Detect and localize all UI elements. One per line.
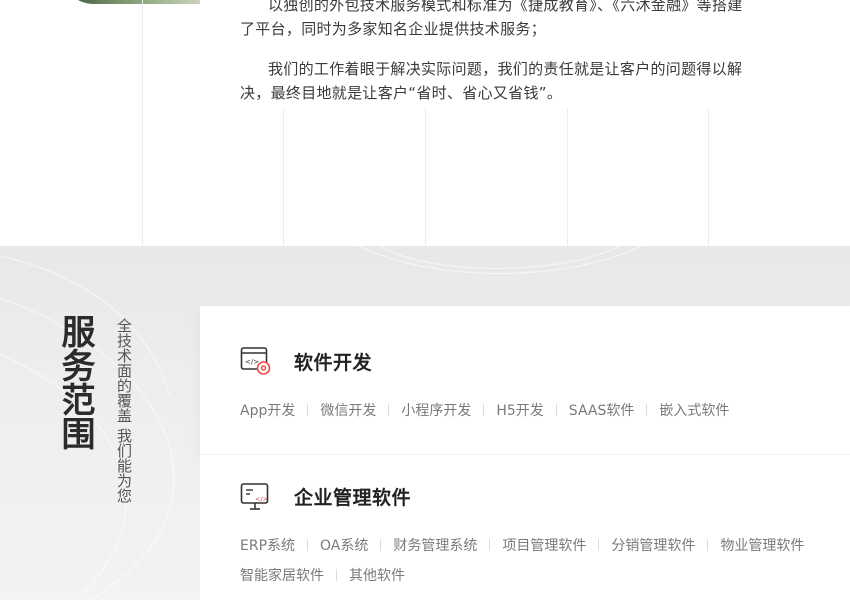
- tag-finance[interactable]: 财务管理系统: [393, 535, 477, 555]
- tag-mini-program[interactable]: 小程序开发: [401, 400, 471, 420]
- tag-other[interactable]: 其他软件: [349, 565, 405, 585]
- tag-project[interactable]: 项目管理软件: [502, 535, 586, 555]
- services-cards: </> 软件开发 App开发 微信开发 小程序开发 H5开发 SAAS软件 嵌入…: [200, 306, 850, 600]
- divider: [555, 404, 557, 416]
- divider: [380, 539, 382, 551]
- tag-wechat[interactable]: 微信开发: [320, 400, 376, 420]
- services-subtitle: 全技术面的覆盖 我们能为您: [115, 318, 133, 503]
- divider: [646, 404, 648, 416]
- grid-line: [425, 108, 426, 246]
- divider: [598, 539, 600, 551]
- tag-list: ERP系统 OA系统 财务管理系统 项目管理软件 分销管理软件 物业管理软件 智…: [240, 530, 820, 590]
- intro-paragraph-1: 以独创的外包技术服务模式和标准为《捷成教育》、《六沐金融》等搭建 了平台，同时为…: [240, 0, 785, 41]
- tag-app[interactable]: App开发: [240, 400, 295, 420]
- divider: [707, 539, 709, 551]
- card-title: 软件开发: [294, 352, 373, 374]
- intro-text-line: 我们的工作着眼于解决实际问题，我们的责任就是让客户的问题得以解: [268, 60, 743, 78]
- about-photo: [60, 0, 200, 4]
- tag-row: App开发 微信开发 小程序开发 H5开发 SAAS软件 嵌入式软件: [240, 395, 820, 425]
- grid-line: [708, 108, 709, 246]
- code-gear-icon: </>: [240, 347, 271, 375]
- intro-paragraph-2: 我们的工作着眼于解决实际问题，我们的责任就是让客户的问题得以解 决，最终目地就是…: [240, 57, 785, 105]
- intro-text-line: 了平台，同时为多家知名企业提供技术服务；: [240, 20, 547, 38]
- tag-embedded[interactable]: 嵌入式软件: [659, 400, 729, 420]
- intro-text-line: 决，最终目地就是让客户“省时、省心又省钱”。: [240, 84, 563, 102]
- services-section: 服务范围 全技术面的覆盖 我们能为您 </> 软件开发 App开发 微信开发 小…: [0, 246, 850, 600]
- svg-text:</>: </>: [255, 495, 268, 503]
- divider: [307, 404, 309, 416]
- monitor-code-icon: </>: [240, 483, 269, 510]
- tag-saas[interactable]: SAAS软件: [569, 400, 635, 420]
- tag-row: ERP系统 OA系统 财务管理系统 项目管理软件 分销管理软件 物业管理软件: [240, 530, 820, 560]
- tag-h5[interactable]: H5开发: [496, 400, 543, 420]
- grid-line: [142, 0, 143, 246]
- intro-text-line: 以独创的外包技术服务模式和标准为《捷成教育》、《六沐金融》等搭建: [268, 0, 743, 14]
- svg-text:</>: </>: [245, 358, 259, 366]
- tag-distribution[interactable]: 分销管理软件: [611, 535, 695, 555]
- tag-property[interactable]: 物业管理软件: [720, 535, 804, 555]
- tag-smart-home[interactable]: 智能家居软件: [240, 565, 324, 585]
- tag-list: App开发 微信开发 小程序开发 H5开发 SAAS软件 嵌入式软件: [240, 395, 820, 425]
- services-title: 服务范围: [55, 314, 95, 450]
- about-section: 以独创的外包技术服务模式和标准为《捷成教育》、《六沐金融》等搭建 了平台，同时为…: [0, 0, 850, 246]
- grid-line: [567, 108, 568, 246]
- tag-oa[interactable]: OA系统: [320, 535, 368, 555]
- service-card-enterprise-software[interactable]: </> 企业管理软件 ERP系统 OA系统 财务管理系统 项目管理软件 分销管理…: [200, 454, 850, 600]
- tag-erp[interactable]: ERP系统: [240, 535, 295, 555]
- divider: [307, 539, 309, 551]
- card-title: 企业管理软件: [294, 487, 412, 509]
- tag-row: 智能家居软件 其他软件: [240, 560, 820, 590]
- divider: [489, 539, 491, 551]
- divider: [388, 404, 390, 416]
- divider: [483, 404, 485, 416]
- grid-line: [283, 108, 284, 246]
- divider: [336, 569, 337, 581]
- service-card-software-development[interactable]: </> 软件开发 App开发 微信开发 小程序开发 H5开发 SAAS软件 嵌入…: [200, 306, 850, 454]
